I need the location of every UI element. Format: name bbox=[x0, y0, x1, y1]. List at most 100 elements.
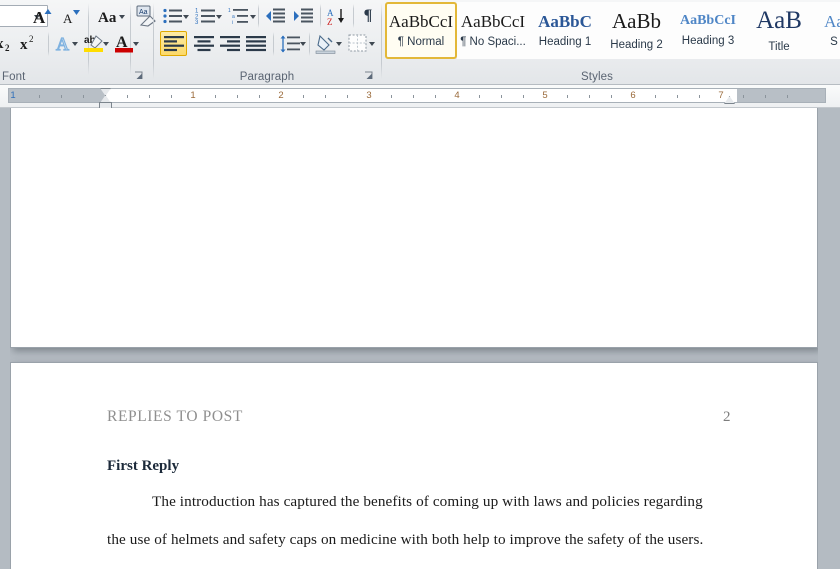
document-page-2[interactable]: REPLIES TO POST 2 First Reply The introd… bbox=[10, 362, 818, 569]
ruler-tick bbox=[171, 95, 172, 98]
svg-text:2: 2 bbox=[29, 34, 34, 44]
canvas-right-rail bbox=[818, 108, 840, 569]
shading-icon bbox=[315, 34, 337, 54]
ruler-tick bbox=[127, 95, 128, 98]
justify-button[interactable] bbox=[242, 31, 269, 56]
shading-button[interactable] bbox=[313, 31, 339, 56]
text-highlight-button[interactable]: ab bbox=[82, 31, 108, 55]
ruler-tick bbox=[479, 95, 480, 98]
superscript-button[interactable]: x 2 bbox=[18, 31, 44, 55]
chevron-down-icon[interactable] bbox=[336, 42, 342, 46]
align-left-icon bbox=[164, 35, 184, 52]
justify-icon bbox=[246, 35, 266, 52]
ruler-tick bbox=[523, 95, 524, 98]
pilcrow-icon: ¶ bbox=[364, 7, 373, 25]
chevron-down-icon[interactable] bbox=[133, 42, 139, 46]
chevron-down-icon[interactable] bbox=[369, 42, 375, 46]
page-number: 2 bbox=[723, 409, 731, 426]
decrease-indent-icon bbox=[264, 7, 286, 25]
style-heading-1[interactable]: AaBbC Heading 1 bbox=[529, 2, 601, 59]
style-normal[interactable]: AaBbCcI ¶ Normal bbox=[385, 2, 457, 59]
line-spacing-button[interactable] bbox=[277, 31, 303, 56]
decrease-indent-button[interactable] bbox=[262, 4, 288, 28]
svg-text:i: i bbox=[232, 20, 233, 25]
style-heading-3[interactable]: AaBbCcI Heading 3 bbox=[672, 2, 744, 59]
ruler-tick bbox=[391, 95, 392, 98]
ribbon: 2 A A Aa bbox=[0, 0, 840, 85]
ruler-tick bbox=[325, 95, 326, 98]
style-heading-1-preview: AaBbC bbox=[538, 13, 592, 31]
align-right-icon bbox=[220, 35, 240, 52]
font-dialog-launcher[interactable] bbox=[133, 69, 145, 81]
ruler-number: 7 bbox=[718, 90, 723, 101]
increase-indent-button[interactable] bbox=[290, 4, 316, 28]
ruler-tick bbox=[501, 95, 502, 98]
grow-font-button[interactable]: A bbox=[31, 4, 56, 28]
chevron-down-icon[interactable] bbox=[250, 15, 256, 19]
font-color-button[interactable]: A bbox=[112, 31, 138, 55]
divider bbox=[353, 4, 354, 28]
chevron-down-icon[interactable] bbox=[183, 15, 189, 19]
ruler-number: 1 bbox=[190, 90, 195, 101]
svg-text:x: x bbox=[20, 37, 28, 53]
align-center-button[interactable] bbox=[190, 31, 217, 56]
numbering-button[interactable]: 1 2 3 bbox=[193, 4, 219, 28]
style-normal-label: ¶ Normal bbox=[398, 36, 444, 48]
ruler-left-margin bbox=[9, 89, 105, 102]
ruler-tick bbox=[765, 95, 766, 98]
grow-font-icon: A bbox=[33, 6, 55, 26]
style-heading-3-preview: AaBbCcI bbox=[680, 14, 736, 29]
paragraph-group-label: Paragraph bbox=[154, 71, 380, 83]
ruler-tick bbox=[699, 95, 700, 98]
sort-button[interactable]: A Z bbox=[324, 4, 350, 28]
multilevel-list-button[interactable]: 1 a i bbox=[226, 4, 252, 28]
divider bbox=[48, 32, 49, 56]
bullets-button[interactable] bbox=[160, 4, 186, 28]
body-line-1: The introduction has captured the benefi… bbox=[152, 493, 703, 511]
svg-text:A: A bbox=[63, 11, 73, 26]
horizontal-ruler[interactable]: 1 2 3 4 5 6 7 1 bbox=[8, 88, 826, 103]
ruler-start-label: 1 bbox=[10, 90, 15, 101]
svg-text:A: A bbox=[33, 8, 46, 26]
chevron-down-icon[interactable] bbox=[216, 15, 222, 19]
dialog-launcher-icon bbox=[363, 70, 375, 82]
borders-button[interactable] bbox=[345, 31, 371, 56]
ribbon-group-styles: AaBbCcI ¶ Normal AaBbCcI ¶ No Spaci... AaBbC… bbox=[382, 0, 840, 84]
document-page-1[interactable] bbox=[10, 108, 818, 348]
document-canvas[interactable]: REPLIES TO POST 2 First Reply The introd… bbox=[0, 108, 840, 569]
style-heading-2[interactable]: AaBb Heading 2 bbox=[601, 2, 672, 59]
align-center-icon bbox=[194, 35, 214, 52]
align-left-button[interactable] bbox=[160, 31, 187, 56]
running-head: REPLIES TO POST bbox=[107, 408, 243, 426]
style-title[interactable]: AaB Title bbox=[744, 2, 814, 59]
chevron-down-icon[interactable] bbox=[103, 42, 109, 46]
svg-text:Aa: Aa bbox=[98, 10, 117, 26]
style-normal-preview: AaBbCcI bbox=[389, 13, 453, 31]
dialog-launcher-icon bbox=[133, 70, 145, 82]
ruler-tick bbox=[435, 95, 436, 98]
ruler-tick bbox=[303, 95, 304, 98]
body-line-2: the use of helmets and safety caps on me… bbox=[107, 531, 703, 549]
paragraph-dialog-launcher[interactable] bbox=[363, 69, 375, 81]
ruler-bar: 12345671 bbox=[0, 85, 840, 108]
ruler-tick bbox=[149, 95, 150, 98]
ruler-tick bbox=[655, 95, 656, 98]
ruler-tick bbox=[611, 95, 612, 98]
chevron-down-icon[interactable] bbox=[300, 42, 306, 46]
align-right-button[interactable] bbox=[216, 31, 243, 56]
style-no-spacing[interactable]: AaBbCcI ¶ No Spaci... bbox=[457, 2, 529, 59]
svg-text:3: 3 bbox=[195, 20, 199, 25]
subscript-button[interactable]: x 2 bbox=[0, 31, 20, 55]
chevron-down-icon[interactable] bbox=[119, 15, 125, 19]
show-formatting-marks-button[interactable]: ¶ bbox=[357, 4, 379, 28]
change-case-button[interactable]: Aa bbox=[93, 4, 127, 28]
text-effects-button[interactable]: A bbox=[52, 31, 78, 55]
svg-text:2: 2 bbox=[5, 43, 10, 53]
divider bbox=[320, 4, 321, 28]
divider bbox=[258, 4, 259, 28]
shrink-font-button[interactable]: A bbox=[59, 4, 84, 28]
styles-group-label: Styles bbox=[382, 71, 812, 83]
style-subtitle[interactable]: Aa S bbox=[814, 2, 840, 59]
chevron-down-icon[interactable] bbox=[72, 42, 78, 46]
style-title-label: Title bbox=[768, 41, 789, 53]
